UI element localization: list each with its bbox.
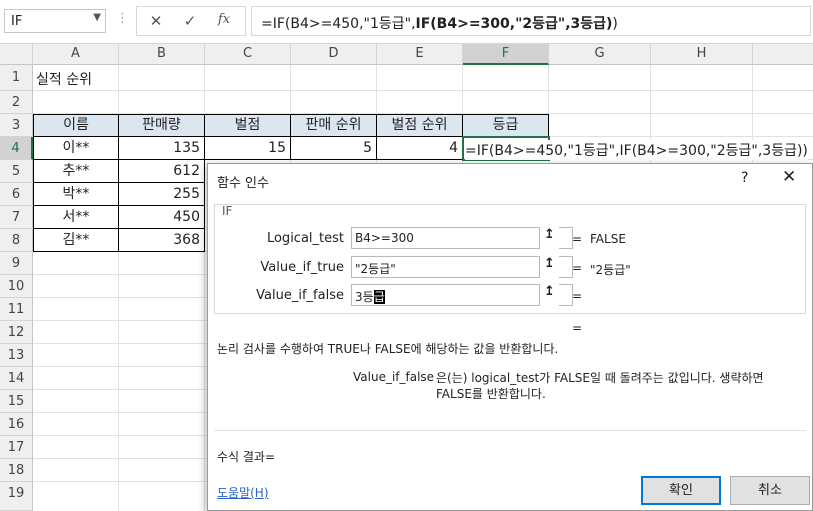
cell-e4[interactable]: 4 — [376, 136, 463, 160]
row-header-13[interactable]: 13 — [0, 344, 33, 367]
cell-b7[interactable]: 450 — [118, 205, 205, 229]
cell-c4[interactable]: 15 — [204, 136, 291, 160]
header-cell-penalty[interactable]: 벌점 — [204, 114, 291, 137]
equals-sign: = — [572, 232, 583, 246]
cell-a4[interactable]: 이** — [33, 136, 119, 160]
row-header-6[interactable]: 6 — [0, 183, 33, 206]
cell-b5[interactable]: 612 — [118, 159, 205, 183]
formula-result: 수식 결과= — [217, 450, 276, 464]
row-header-19[interactable]: 19 — [0, 482, 33, 511]
formula-bold-part: IF(B4>=300,"2등급",3등급) — [415, 16, 613, 32]
formula-tail: ) — [612, 16, 618, 32]
collapse-ref-icon[interactable]: ↥ — [539, 227, 559, 249]
row-header-18[interactable]: 18 — [0, 459, 33, 482]
column-header-f[interactable]: F — [463, 44, 549, 65]
collapse-ref-icon[interactable]: ↥ — [539, 284, 559, 306]
value-if-true-result: "2등급" — [590, 263, 631, 277]
column-header-a[interactable]: A — [33, 44, 119, 65]
column-header-h[interactable]: H — [651, 44, 753, 65]
formula-bar: IF ▼ ⋮ ✕ ✓ fx =IF(B4>=450,"1등급",IF(B4>=3… — [0, 0, 813, 44]
column-header-d[interactable]: D — [291, 44, 377, 65]
header-cell-penalty-rank[interactable]: 벌점 순위 — [376, 114, 463, 137]
name-box-value: IF — [11, 14, 23, 29]
current-arg-description: 은(는) logical_test가 FALSE일 때 돌려주는 값입니다. 생… — [436, 371, 764, 401]
divider — [214, 430, 806, 431]
logical-test-result: FALSE — [590, 232, 626, 246]
cell-a5[interactable]: 추** — [33, 159, 119, 183]
help-icon[interactable]: ? — [741, 170, 748, 186]
logical-test-value: B4>=300 — [355, 231, 414, 245]
row-header-4[interactable]: 4 — [0, 137, 33, 160]
formula-input[interactable]: =IF(B4>=450,"1등급",IF(B4>=300,"2등급",3등급)) — [251, 6, 811, 36]
dialog-title: 함수 인수 — [217, 176, 269, 191]
value-if-true-value: "2등급" — [355, 262, 396, 276]
cell-b6[interactable]: 255 — [118, 182, 205, 206]
header-cell-name[interactable]: 이름 — [33, 114, 119, 137]
header-cell-sales-rank[interactable]: 판매 순위 — [290, 114, 377, 137]
equals-sign: = — [572, 261, 583, 275]
row-header-10[interactable]: 10 — [0, 275, 33, 298]
column-header-e[interactable]: E — [377, 44, 463, 65]
equals-sign: = — [572, 289, 583, 303]
row-header-15[interactable]: 15 — [0, 390, 33, 413]
name-box[interactable]: IF ▼ — [4, 9, 106, 33]
cancel-icon[interactable]: ✕ — [145, 12, 167, 32]
header-cell-grade[interactable]: 등급 — [462, 114, 549, 137]
formula-plain: =IF(B4>=450,"1등급", — [261, 16, 416, 32]
formula-buttons: ✕ ✓ fx — [136, 6, 246, 36]
chevron-down-icon[interactable]: ▼ — [93, 12, 101, 23]
cell-a8[interactable]: 김** — [33, 228, 119, 252]
text-cursor-selection: 급 — [373, 290, 385, 304]
current-arg-name: Value_if_false — [353, 370, 435, 384]
insert-function-icon[interactable]: fx — [213, 12, 235, 32]
row-header-11[interactable]: 11 — [0, 298, 33, 321]
formula-text: =IF(B4>=450,"1등급",IF(B4>=300,"2등급",3등급)) — [261, 13, 618, 33]
row-header-8[interactable]: 8 — [0, 229, 33, 252]
overall-result-equals: = — [572, 321, 583, 335]
row-header-2[interactable]: 2 — [0, 91, 33, 114]
row-header-17[interactable]: 17 — [0, 436, 33, 459]
more-dots-icon: ⋮ — [116, 11, 129, 26]
row-header-1[interactable]: 1 — [0, 65, 33, 91]
row-header-3[interactable]: 3 — [0, 114, 33, 137]
arg-label-logical-test: Logical_test — [266, 231, 344, 246]
ok-button[interactable]: 확인 — [641, 476, 721, 505]
sheet-title[interactable]: 실적 순위 — [36, 69, 92, 89]
cell-a7[interactable]: 서** — [33, 205, 119, 229]
help-link[interactable]: 도움말(H) — [217, 484, 269, 501]
select-all-corner[interactable] — [0, 44, 33, 65]
value-if-false-value: 3등급 — [355, 288, 385, 305]
arg-label-value-if-false: Value_if_false — [256, 288, 344, 303]
row-header-9[interactable]: 9 — [0, 252, 33, 275]
cell-b4[interactable]: 135 — [118, 136, 205, 160]
cancel-button[interactable]: 취소 — [730, 476, 810, 505]
row-header-12[interactable]: 12 — [0, 321, 33, 344]
gridline — [33, 90, 813, 91]
close-icon[interactable]: ✕ — [782, 167, 796, 187]
function-arguments-dialog: 함수 인수 ? ✕ IF Logical_test B4>=300 ↥ = FA… — [207, 163, 813, 511]
collapse-ref-icon[interactable]: ↥ — [539, 256, 559, 278]
value-if-false-text: 3등 — [355, 290, 374, 304]
cell-f4-editing-formula[interactable]: =IF(B4>=450,"1등급",IF(B4>=300,"2등급",3등급)) — [465, 140, 808, 160]
row-header-5[interactable]: 5 — [0, 160, 33, 183]
header-cell-sales[interactable]: 판매량 — [118, 114, 205, 137]
row-header-16[interactable]: 16 — [0, 413, 33, 436]
enter-check-icon[interactable]: ✓ — [179, 12, 201, 32]
function-name-label: IF — [222, 204, 233, 218]
column-header-g[interactable]: G — [549, 44, 651, 65]
row-header-14[interactable]: 14 — [0, 367, 33, 390]
column-header-blank — [753, 44, 813, 65]
column-header-b[interactable]: B — [119, 44, 205, 65]
row-header-7[interactable]: 7 — [0, 206, 33, 229]
cell-b8[interactable]: 368 — [118, 228, 205, 252]
function-description: 논리 검사를 수행하여 TRUE나 FALSE에 해당하는 값을 반환합니다. — [217, 342, 559, 356]
cell-a6[interactable]: 박** — [33, 182, 119, 206]
arg-label-value-if-true: Value_if_true — [260, 260, 344, 275]
cell-d4[interactable]: 5 — [290, 136, 377, 160]
column-header-c[interactable]: C — [205, 44, 291, 65]
